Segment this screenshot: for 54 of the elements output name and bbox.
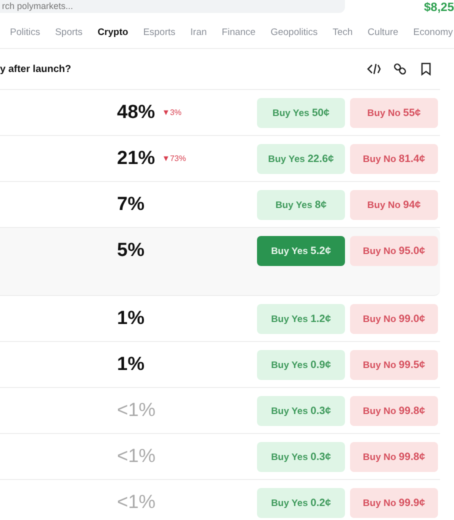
outcome-row[interactable]: <1% Buy Yes 0.2¢ Buy No 99.9¢ xyxy=(0,480,440,520)
buy-no-button[interactable]: Buy No 99.9¢ xyxy=(350,488,438,518)
change-down: ▼3% xyxy=(162,108,182,117)
outcome-row[interactable]: 48% ▼3% Buy Yes 50¢ Buy No 55¢ xyxy=(0,90,440,136)
chance-percent: 21% xyxy=(117,146,156,170)
buy-no-button[interactable]: Buy No 55¢ xyxy=(350,98,438,128)
buy-yes-button[interactable]: Buy Yes 0.2¢ xyxy=(257,488,345,518)
category-tab[interactable]: Iran xyxy=(190,26,207,39)
chance-percent: <1% xyxy=(117,490,156,514)
outcome-row[interactable]: 5% Buy Yes 5.2¢ Buy No 95.0¢ xyxy=(0,228,440,296)
category-tab[interactable]: Tech xyxy=(332,26,353,39)
embed-code-icon[interactable] xyxy=(367,62,381,76)
search-field[interactable]: rch polymarkets... xyxy=(0,0,345,13)
market-title: y after launch? xyxy=(0,64,72,74)
chance-percent: <1% xyxy=(117,398,156,422)
outcome-row[interactable]: 1% Buy Yes 1.2¢ Buy No 99.0¢ xyxy=(0,296,440,342)
buy-yes-button[interactable]: Buy Yes 5.2¢ xyxy=(257,236,345,266)
chance-percent: 48% xyxy=(117,100,156,124)
change-down: ▼73% xyxy=(162,154,186,163)
link-icon[interactable] xyxy=(393,62,407,76)
category-tab[interactable]: Culture xyxy=(368,26,398,39)
chance-percent: <1% xyxy=(117,444,156,468)
buy-yes-button[interactable]: Buy Yes 1.2¢ xyxy=(257,304,345,334)
chance-percent: 1% xyxy=(117,352,144,376)
balance-amount: $8,25 xyxy=(424,0,454,14)
bookmark-icon[interactable] xyxy=(419,62,433,76)
buy-no-button[interactable]: Buy No 99.5¢ xyxy=(350,350,438,380)
chance-percent: 7% xyxy=(117,192,144,216)
buy-no-button[interactable]: Buy No 99.0¢ xyxy=(350,304,438,334)
buy-no-button[interactable]: Buy No 94¢ xyxy=(350,190,438,220)
buy-yes-button[interactable]: Buy Yes 0.3¢ xyxy=(257,396,345,426)
chance-percent: 5% xyxy=(117,239,144,263)
buy-yes-button[interactable]: Buy Yes 50¢ xyxy=(257,98,345,128)
chance-percent: 1% xyxy=(117,306,144,330)
outcome-row[interactable]: <1% Buy Yes 0.3¢ Buy No 99.8¢ xyxy=(0,434,440,480)
outcome-row[interactable]: <1% Buy Yes 0.3¢ Buy No 99.8¢ xyxy=(0,388,440,434)
category-tab[interactable]: Economy xyxy=(413,26,453,39)
outcome-row[interactable]: 7% Buy Yes 8¢ Buy No 94¢ xyxy=(0,182,440,228)
buy-no-button[interactable]: Buy No 99.8¢ xyxy=(350,442,438,472)
buy-yes-button[interactable]: Buy Yes 0.9¢ xyxy=(257,350,345,380)
outcome-row[interactable]: 1% Buy Yes 0.9¢ Buy No 99.5¢ xyxy=(0,342,440,388)
buy-no-button[interactable]: Buy No 81.4¢ xyxy=(350,144,438,174)
buy-yes-button[interactable]: Buy Yes 22.6¢ xyxy=(257,144,345,174)
outcome-row[interactable]: 21% ▼73% Buy Yes 22.6¢ Buy No 81.4¢ xyxy=(0,136,440,182)
category-tab[interactable]: Finance xyxy=(222,26,256,39)
category-tab[interactable]: Politics xyxy=(10,26,40,39)
buy-yes-button[interactable]: Buy Yes 8¢ xyxy=(257,190,345,220)
category-tab[interactable]: Esports xyxy=(143,26,176,39)
category-tab[interactable]: Sports xyxy=(55,26,83,39)
category-tab[interactable]: Crypto xyxy=(98,26,128,39)
category-tab[interactable]: Geopolitics xyxy=(270,26,318,39)
buy-no-button[interactable]: Buy No 99.8¢ xyxy=(350,396,438,426)
buy-no-button[interactable]: Buy No 95.0¢ xyxy=(350,236,438,266)
buy-yes-button[interactable]: Buy Yes 0.3¢ xyxy=(257,442,345,472)
